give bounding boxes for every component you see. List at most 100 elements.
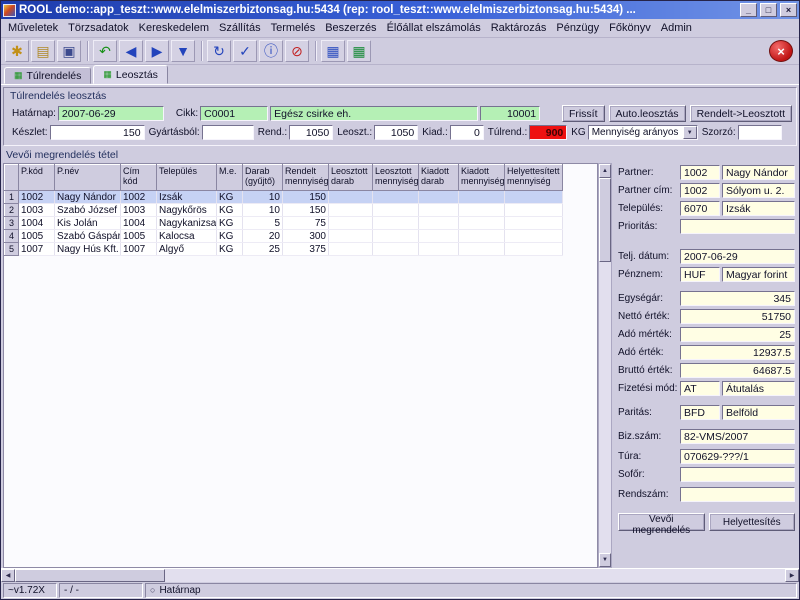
bizszam-input[interactable] bbox=[680, 429, 795, 444]
undo-icon[interactable]: ↶ bbox=[93, 40, 117, 62]
sheet-icon[interactable]: ▦ bbox=[347, 40, 371, 62]
telepules-code-input[interactable] bbox=[680, 201, 720, 216]
egysegar-input[interactable] bbox=[680, 291, 795, 306]
row-number[interactable]: 5 bbox=[5, 243, 19, 256]
penznem-code-input[interactable] bbox=[680, 267, 720, 282]
scroll-down-icon[interactable]: ▼ bbox=[599, 553, 611, 567]
paritas-code-input[interactable] bbox=[680, 405, 720, 420]
leoszt-input[interactable] bbox=[374, 125, 418, 140]
tura-input[interactable] bbox=[680, 449, 795, 464]
menu-penzugy[interactable]: Pénzügy bbox=[551, 20, 604, 36]
menu-raktarozas[interactable]: Raktározás bbox=[486, 20, 552, 36]
telj-datum-input[interactable] bbox=[680, 249, 795, 264]
horizontal-scrollbar-track[interactable] bbox=[165, 569, 785, 582]
row-number[interactable]: 3 bbox=[5, 217, 19, 230]
col-header-kiadott-darab[interactable]: Kiadott darab bbox=[419, 165, 459, 191]
cikk-code-input[interactable] bbox=[200, 106, 268, 121]
menu-szallitas[interactable]: Szállítás bbox=[214, 20, 266, 36]
table-icon[interactable]: ▦ bbox=[321, 40, 345, 62]
table-row[interactable]: 3 1004 Kis Jolán 1004 Nagykanizsa KG 5 7… bbox=[5, 217, 563, 230]
sofor-input[interactable] bbox=[680, 467, 795, 482]
col-header-leosztott-menny[interactable]: Leosztott mennyiség bbox=[373, 165, 419, 191]
cancel-icon[interactable]: ⊘ bbox=[285, 40, 309, 62]
down-icon[interactable]: ▼ bbox=[171, 40, 195, 62]
maximize-button[interactable]: □ bbox=[760, 3, 777, 17]
ado-ertek-input[interactable] bbox=[680, 345, 795, 360]
horizontal-scrollbar[interactable]: ◀ ▶ bbox=[1, 568, 799, 582]
auto-leosztas-button[interactable]: Auto.leosztás bbox=[609, 105, 686, 122]
prioritas-input[interactable] bbox=[680, 219, 795, 234]
table-row[interactable]: 4 1005 Szabó Gáspár 1005 Kalocsa KG 20 3… bbox=[5, 230, 563, 243]
partner-cim-name-input[interactable] bbox=[722, 183, 795, 198]
col-header-telepules[interactable]: Település bbox=[157, 165, 217, 191]
minimize-button[interactable]: _ bbox=[740, 3, 757, 17]
menu-kereskedelem[interactable]: Kereskedelem bbox=[134, 20, 214, 36]
exit-icon[interactable]: × bbox=[769, 40, 793, 62]
refresh-icon[interactable]: ↻ bbox=[207, 40, 231, 62]
close-button[interactable]: × bbox=[780, 3, 797, 17]
col-header-kiadott-menny[interactable]: Kiadott mennyiség bbox=[459, 165, 505, 191]
chevron-down-icon[interactable]: ▼ bbox=[683, 126, 697, 139]
save-icon[interactable]: ▣ bbox=[57, 40, 81, 62]
rendelt-leosztott-button[interactable]: Rendelt->Leosztott bbox=[690, 105, 792, 122]
menu-fokonyv[interactable]: Főkönyv bbox=[604, 20, 656, 36]
scroll-up-icon[interactable]: ▲ bbox=[599, 164, 611, 178]
hatarnap-input[interactable] bbox=[58, 106, 164, 121]
keszlet-input[interactable] bbox=[50, 125, 145, 140]
tab-leosztas[interactable]: ▦ Leosztás bbox=[93, 65, 168, 84]
mennyiseg-mode-select[interactable]: Mennyiség arányos ▼ bbox=[588, 125, 698, 140]
col-header-cimkod[interactable]: Cím kód bbox=[121, 165, 157, 191]
ado-mertek-input[interactable] bbox=[680, 327, 795, 342]
col-header-helyettesitett[interactable]: Helyettesített mennyiség bbox=[505, 165, 563, 191]
col-header-me[interactable]: M.e. bbox=[217, 165, 243, 191]
telepules-name-input[interactable] bbox=[722, 201, 795, 216]
fizetesi-code-input[interactable] bbox=[680, 381, 720, 396]
scroll-right-icon[interactable]: ▶ bbox=[785, 569, 799, 582]
horizontal-scrollbar-thumb[interactable] bbox=[15, 569, 165, 582]
col-header-leosztott-darab[interactable]: Leosztott darab bbox=[329, 165, 373, 191]
open-folder-icon[interactable]: ▤ bbox=[31, 40, 55, 62]
szorzo-input[interactable] bbox=[738, 125, 782, 140]
info-icon[interactable]: ⓘ bbox=[259, 40, 283, 62]
fizetesi-name-input[interactable] bbox=[722, 381, 795, 396]
menu-admin[interactable]: Admin bbox=[656, 20, 697, 36]
col-header-pkod[interactable]: P.kód bbox=[19, 165, 55, 191]
frissit-button[interactable]: Frissít bbox=[562, 105, 605, 122]
tab-tulrendeles[interactable]: ▦ Túlrendelés bbox=[4, 67, 91, 84]
rend-input[interactable] bbox=[289, 125, 333, 140]
menu-beszerzes[interactable]: Beszerzés bbox=[320, 20, 381, 36]
kiad-input[interactable] bbox=[450, 125, 484, 140]
row-number[interactable]: 4 bbox=[5, 230, 19, 243]
radio-icon[interactable]: ○ bbox=[150, 586, 155, 595]
partner-cim-code-input[interactable] bbox=[680, 183, 720, 198]
col-header-rendelt[interactable]: Rendelt mennyiség bbox=[283, 165, 329, 191]
paritas-name-input[interactable] bbox=[722, 405, 795, 420]
brutto-input[interactable] bbox=[680, 363, 795, 378]
tools-icon[interactable]: ✱ bbox=[5, 40, 29, 62]
row-number[interactable]: 1 bbox=[5, 191, 19, 204]
tulrend-input[interactable] bbox=[529, 125, 567, 140]
cikk-id-input[interactable] bbox=[480, 106, 540, 121]
menu-torzsadatok[interactable]: Törzsadatok bbox=[63, 20, 134, 36]
penznem-name-input[interactable] bbox=[722, 267, 795, 282]
menu-eloallat-elszamolas[interactable]: Élőállat elszámolás bbox=[382, 20, 486, 36]
rendszam-input[interactable] bbox=[680, 487, 795, 502]
apply-icon[interactable]: ✓ bbox=[233, 40, 257, 62]
table-row[interactable]: 1 1002 Nagy Nándor 1002 Izsák KG 10 150 bbox=[5, 191, 563, 204]
vertical-scrollbar[interactable]: ▲ ▼ bbox=[598, 163, 612, 568]
vevoi-megrendeles-button[interactable]: Vevői megrendelés bbox=[618, 513, 705, 531]
menu-termeles[interactable]: Termelés bbox=[266, 20, 321, 36]
table-row[interactable]: 5 1007 Nagy Hús Kft. 1007 Algyő KG 25 37… bbox=[5, 243, 563, 256]
scroll-left-icon[interactable]: ◀ bbox=[1, 569, 15, 582]
cikk-name-input[interactable] bbox=[270, 106, 478, 121]
partner-code-input[interactable] bbox=[680, 165, 720, 180]
gyartasbol-input[interactable] bbox=[202, 125, 254, 140]
partner-name-input[interactable] bbox=[722, 165, 795, 180]
vertical-scrollbar-thumb[interactable] bbox=[599, 178, 611, 262]
helyettesites-button[interactable]: Helyettesítés bbox=[709, 513, 796, 531]
col-header-darab[interactable]: Darab (gyűjtő) bbox=[243, 165, 283, 191]
table-row[interactable]: 2 1003 Szabó József 1003 Nagykőrös KG 10… bbox=[5, 204, 563, 217]
row-number[interactable]: 2 bbox=[5, 204, 19, 217]
menu-muveletek[interactable]: Műveletek bbox=[3, 20, 63, 36]
col-header-pnev[interactable]: P.név bbox=[55, 165, 121, 191]
